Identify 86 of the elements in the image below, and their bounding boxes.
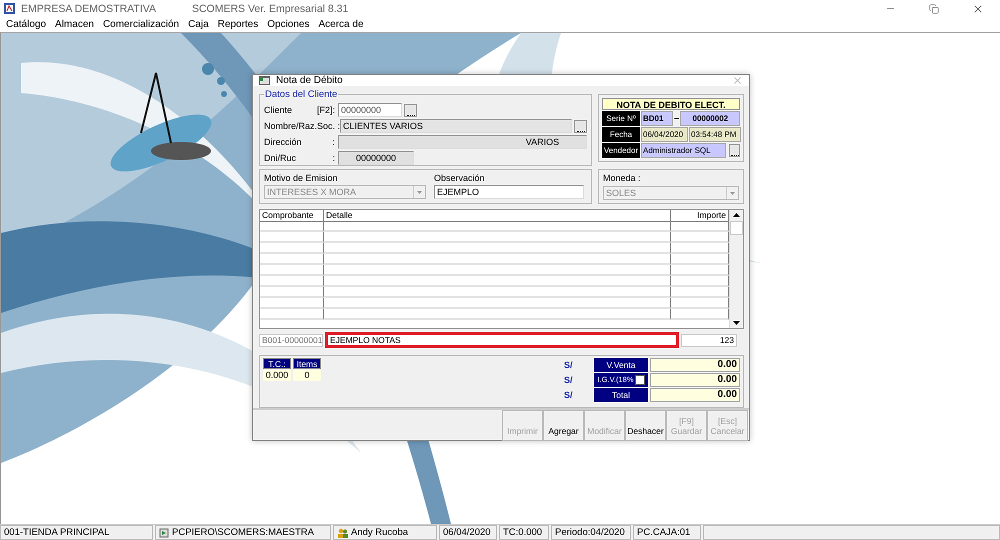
input-field[interactable]: 00000000 [338, 103, 402, 117]
field-label: T.C.: [263, 358, 291, 369]
field-label: Dirección [264, 136, 303, 148]
menu-item[interactable]: Catálogo [6, 19, 46, 30]
field-label: Cliente [264, 104, 294, 116]
scroll-up-icon[interactable] [733, 213, 740, 217]
currency-symbol: S/ [564, 360, 574, 370]
scroll-thumb[interactable] [730, 221, 743, 235]
date-field[interactable]: 06/04/2020 [641, 127, 688, 142]
total-value: 0.00 [650, 388, 740, 402]
window-title: EMPRESA DEMOSTRATIVA [21, 2, 156, 14]
menu-item[interactable]: Comercialización [102, 19, 180, 30]
currency-symbol: S/ [564, 375, 574, 385]
total-value: 0.00 [650, 358, 740, 372]
users-icon [337, 528, 348, 538]
menu-item[interactable]: Acerca de [318, 19, 364, 30]
table-cell [260, 221, 324, 232]
menu-item[interactable]: Reportes [218, 19, 258, 30]
seller-field[interactable]: Administrador SQL [641, 143, 726, 158]
menu-item[interactable]: Almacen [55, 19, 94, 30]
field-label: Nombre/Raz.Soc. : [264, 120, 340, 132]
status-segment: PCPIERO\SCOMERS:MAESTRA [155, 525, 331, 540]
field-label: : [331, 136, 336, 148]
input-field[interactable]: 00000000 [338, 151, 414, 165]
time-field[interactable]: 03:54:48 PM [689, 127, 741, 142]
field-label: : [331, 152, 336, 164]
form-icon [259, 76, 270, 85]
version-text: SCOMERS Ver. Empresarial 8.31 [192, 2, 348, 14]
database-icon [159, 528, 169, 538]
menu-item[interactable]: Caja [188, 19, 209, 30]
rate-value: 0.000 [263, 370, 291, 381]
field-label: Items [293, 358, 321, 369]
field-label: Fecha [602, 127, 640, 142]
table-cell [260, 309, 324, 320]
number-field[interactable]: 00000002 [680, 111, 740, 126]
field-label: Observación [434, 172, 486, 184]
scrollbar[interactable] [729, 210, 743, 328]
amount-field[interactable]: 123 [681, 334, 737, 346]
browse-button[interactable] [729, 144, 740, 157]
scroll-down-icon[interactable] [733, 321, 740, 325]
table-cell [260, 265, 324, 276]
browse-button[interactable] [404, 104, 417, 116]
table-cell [260, 287, 324, 298]
field-label: Motivo de Emision [264, 172, 339, 184]
series-field[interactable]: BD01 [641, 111, 673, 126]
table-cell [260, 232, 324, 243]
app-icon [4, 3, 15, 14]
status-segment: TC:0.000 [499, 525, 549, 540]
field-label: Vendedor [602, 143, 640, 158]
table-cell [260, 298, 324, 309]
tax-checkbox[interactable] [634, 375, 644, 385]
input-field[interactable]: EJEMPLO [434, 185, 584, 199]
browse-button[interactable] [574, 120, 587, 132]
dialog-title: Nota de Débito [276, 75, 343, 86]
column-header[interactable]: Comprobante [260, 210, 324, 222]
column-header[interactable]: Importe [671, 210, 729, 222]
status-segment: PC.CAJA:01 [633, 525, 701, 540]
toolbar-button[interactable]: Agregar [543, 410, 584, 441]
input-field[interactable]: VARIOS [338, 135, 587, 149]
table-cell [260, 276, 324, 287]
field-label: [F2]: [316, 104, 336, 116]
restore-icon [929, 4, 939, 14]
currency-symbol: S/ [564, 390, 574, 400]
dash-text: – [674, 113, 680, 124]
status-segment: 06/04/2020 [439, 525, 497, 540]
detail-field[interactable]: EJEMPLO NOTAS [325, 332, 679, 348]
total-value: 0.00 [650, 373, 740, 387]
caret-icon [730, 192, 735, 194]
voucher-field[interactable]: B001-00000001 [259, 334, 323, 346]
document-title: NOTA DE DEBITO ELECT. [602, 98, 740, 110]
total-label: Total [594, 388, 648, 402]
status-segment: Periodo:04/2020 [551, 525, 631, 540]
field-label: Dni/Ruc [264, 152, 298, 164]
items-value: 0 [293, 370, 321, 381]
toolbar-button[interactable]: Deshacer [625, 410, 666, 441]
status-segment: 001-TIENDA PRINCIPAL [0, 525, 153, 540]
column-header[interactable]: Detalle [324, 210, 671, 222]
total-label: V.Venta [594, 358, 648, 372]
status-segment: Andy Rucoba [333, 525, 437, 540]
table-cell [260, 243, 324, 254]
table-cell [260, 254, 324, 265]
field-label: Serie Nº [602, 111, 640, 126]
caret-icon [417, 190, 422, 194]
menu-item[interactable]: Opciones [267, 19, 310, 30]
field-label: Moneda : [603, 172, 642, 184]
input-field[interactable]: CLIENTES VARIOS [340, 119, 572, 133]
